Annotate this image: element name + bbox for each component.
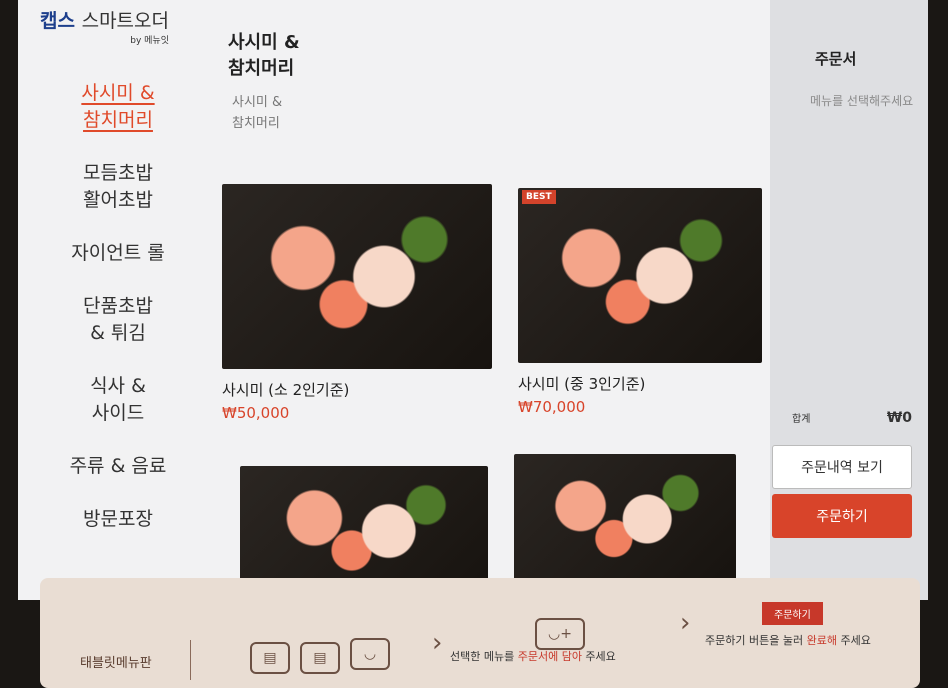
usage-guide-panel: 태블릿메뉴판 ▤ ▤ ◡ › ◡+ › 선택한 메뉴를 주문서에 담아 주세요 …: [40, 578, 920, 688]
menu-card[interactable]: 사시미 (소 2인기준) ₩50,000: [222, 184, 492, 422]
order-panel: 주문서 메뉴를 선택해주세요 합계 ₩0 주문내역 보기 주문하기: [770, 0, 928, 600]
total-value: ₩0: [886, 410, 912, 426]
sidebar-item-takeout[interactable]: 방문포장: [18, 506, 218, 533]
category-title: 사시미 & 참치머리: [228, 32, 300, 79]
step3-text: 주문하기 버튼을 눌러 완료해 주세요: [705, 632, 871, 648]
divider: [190, 640, 191, 680]
sidebar-item-single[interactable]: 단품초밥 & 튀김: [18, 293, 218, 347]
step3-em: 완료해: [806, 634, 837, 647]
product: 스마트오더: [81, 10, 169, 32]
bowl-check-icon: ◡: [350, 638, 390, 670]
chevron-right-icon: ›: [432, 628, 443, 658]
menu-card[interactable]: BEST 사시미 (중 3인기준) ₩70,000: [518, 188, 762, 416]
category-subtitle: 사시미 & 참치머리: [232, 95, 283, 131]
sidebar-item-drinks[interactable]: 주류 & 음료: [18, 453, 218, 480]
sidebar: 사시미 & 참치머리 모듬초밥 활어초밥 자이언트 롤 단품초밥 & 튀김 식사…: [18, 80, 218, 559]
menu-name: 사시미 (중 3인기준): [518, 375, 646, 393]
category-header: 사시미 & 참치머리 사시미 & 참치머리: [228, 30, 300, 134]
total-row: 합계 ₩0: [792, 410, 912, 426]
menu-name: 사시미 (소 2인기준): [222, 381, 350, 399]
order-hint: 메뉴를 선택해주세요: [810, 94, 914, 108]
logo: 캡스 스마트오더 by 메뉴잇: [40, 6, 169, 46]
menu-price: ₩70,000: [518, 398, 586, 416]
step2-text: 선택한 메뉴를 주문서에 담아 주세요: [450, 648, 616, 664]
sidebar-item-roll[interactable]: 자이언트 롤: [18, 240, 218, 267]
chevron-right-icon: ›: [680, 608, 691, 638]
menu-price: ₩50,000: [222, 404, 290, 422]
order-sample-button: 주문하기: [762, 602, 823, 625]
by-label: by 메뉴잇: [130, 36, 169, 46]
step2-prefix: 선택한 메뉴를: [450, 650, 518, 663]
step2-em: 주문서에 담아: [517, 650, 582, 663]
menu-icon: ▤: [300, 642, 340, 674]
guide-title: 태블릿메뉴판: [80, 656, 152, 671]
kiosk-screen: 캡스 스마트오더 by 메뉴잇 사시미 & 참치머리 모듬초밥 활어초밥 자이언…: [18, 0, 928, 600]
step2-suffix: 주세요: [581, 650, 616, 663]
sidebar-item-sashimi[interactable]: 사시미 & 참치머리: [18, 80, 218, 134]
menu-card[interactable]: [514, 454, 736, 584]
step3-prefix: 주문하기 버튼을 눌러: [705, 634, 807, 647]
add-to-cart-icon: ◡+: [535, 618, 585, 650]
total-label: 합계: [792, 414, 811, 425]
menu-image: [514, 454, 736, 584]
brand: 캡스: [40, 10, 75, 32]
menu-card[interactable]: [240, 466, 488, 596]
best-badge: BEST: [522, 190, 556, 204]
order-title: 주문서: [815, 50, 857, 68]
sidebar-item-sushi[interactable]: 모듬초밥 활어초밥: [18, 160, 218, 214]
sidebar-item-meal[interactable]: 식사 & 사이드: [18, 373, 218, 427]
menu-icon: ▤: [250, 642, 290, 674]
menu-image: [222, 184, 492, 369]
step3-suffix: 주세요: [836, 634, 871, 647]
menu-image: BEST: [518, 188, 762, 363]
order-history-button[interactable]: 주문내역 보기: [772, 445, 912, 489]
place-order-button[interactable]: 주문하기: [772, 494, 912, 538]
menu-image: [240, 466, 488, 596]
